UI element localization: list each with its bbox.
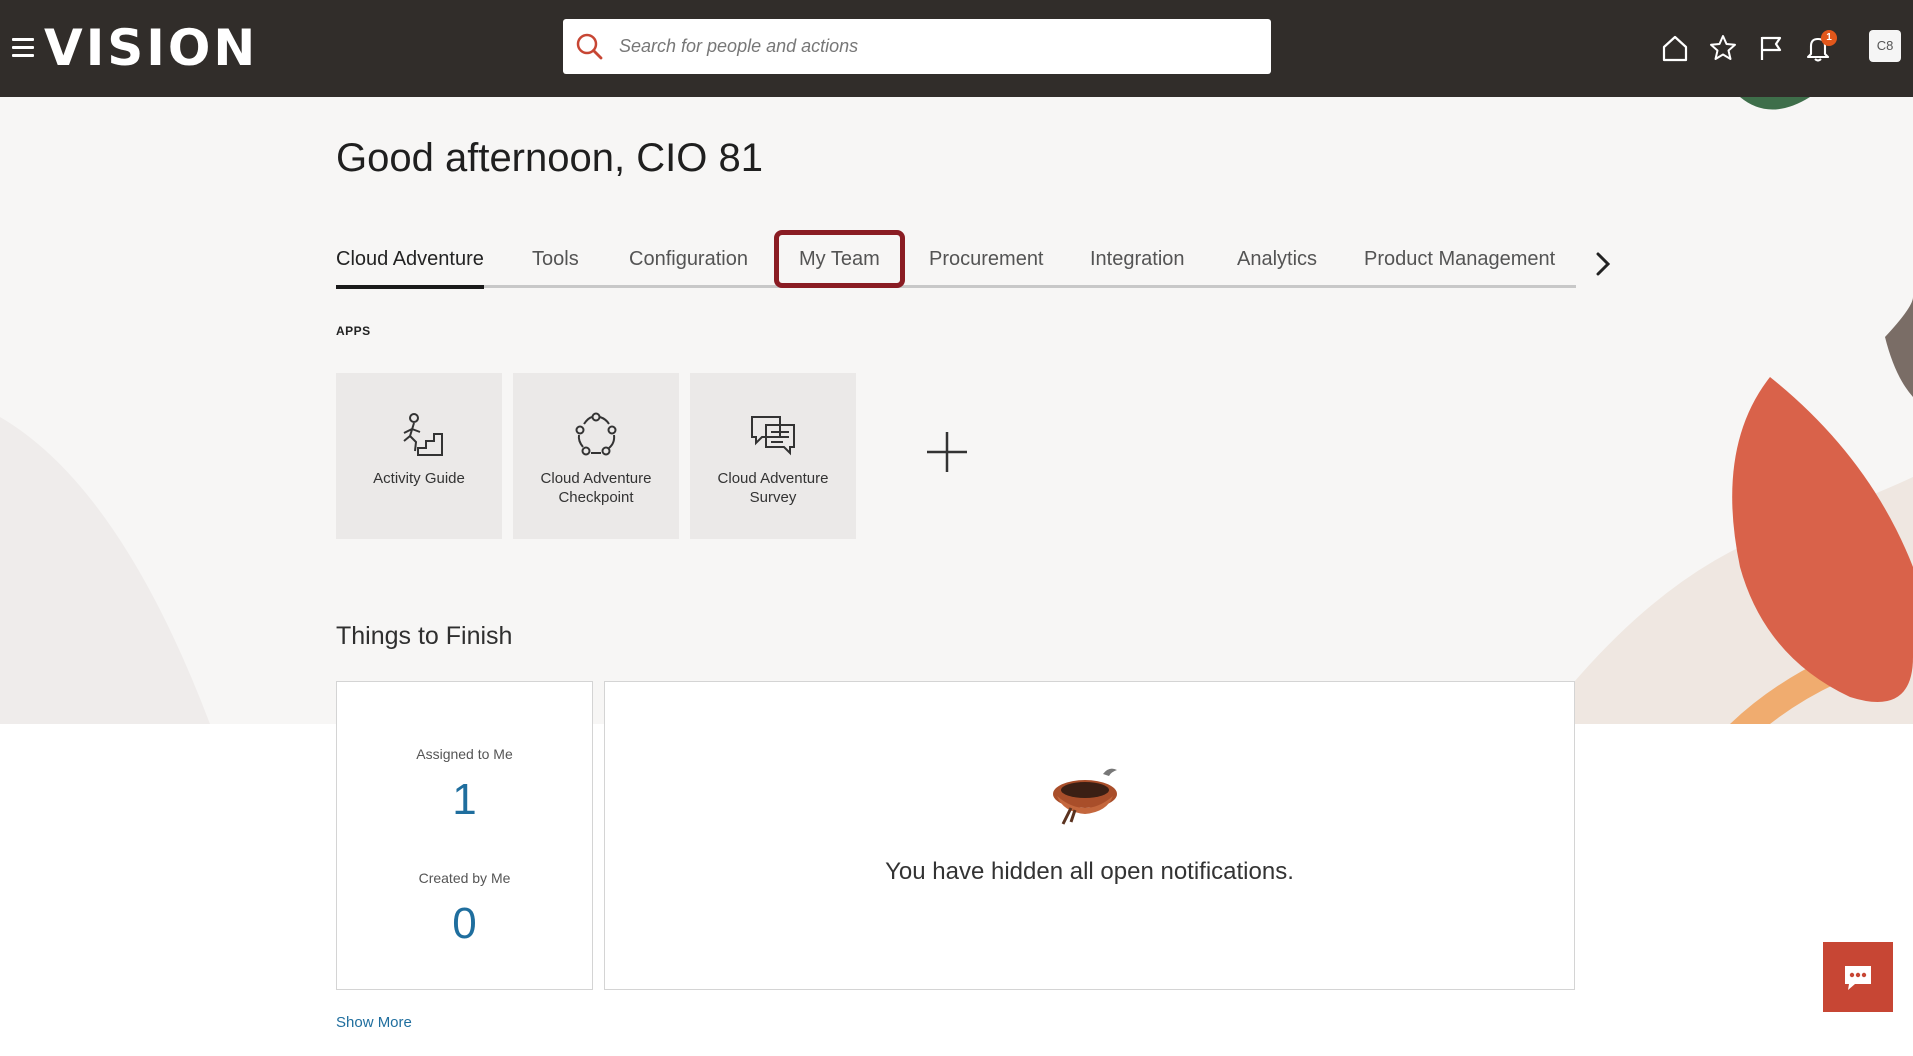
survey-icon [751,416,795,456]
decorative-leaves-image [1540,97,1913,724]
tab-tools[interactable]: Tools [532,236,579,288]
chevron-right-icon[interactable] [1592,250,1614,278]
notification-count-badge: 1 [1821,30,1837,46]
notifications-bell-icon[interactable]: 1 [1803,30,1837,63]
tab-procurement[interactable]: Procurement [929,236,1044,288]
chat-icon [1845,966,1871,990]
decorative-swoosh-image [0,417,210,724]
springboard-tab-bar: Cloud Adventure Tools Configuration My T… [336,230,1576,289]
tab-my-team[interactable]: My Team [774,230,905,288]
search-icon [576,33,603,60]
global-header: VISION 1 C8 [0,0,1913,97]
tab-product-management[interactable]: Product Management [1364,236,1555,288]
app-tile-label: Cloud Adventure Survey [717,470,829,506]
assigned-to-me-count[interactable]: 1 [337,775,592,825]
things-to-finish-heading: Things to Finish [336,622,513,650]
app-tile-cloud-adventure-checkpoint[interactable]: Cloud Adventure Checkpoint [513,373,679,539]
search-input[interactable] [607,19,1269,74]
apps-section-label: APPS [336,324,371,338]
welcome-springboard [0,97,1913,724]
home-icon[interactable] [1660,33,1690,63]
user-avatar[interactable]: C8 [1869,30,1901,62]
flag-icon[interactable] [1756,33,1786,63]
checkpoint-icon [575,412,617,456]
favorites-star-icon[interactable] [1708,33,1738,63]
tab-cloud-adventure[interactable]: Cloud Adventure [336,236,484,289]
notifications-card: You have hidden all open notifications. [604,681,1575,990]
app-tile-activity-guide[interactable]: Activity Guide [336,373,502,539]
created-by-me-count[interactable]: 0 [337,899,592,949]
chat-assistant-button[interactable] [1823,942,1893,1012]
notification-empty-message: You have hidden all open notifications. [885,858,1294,885]
activity-guide-icon [403,413,443,456]
app-tile-label: Cloud Adventure Checkpoint [540,470,652,506]
plus-icon[interactable] [925,430,969,474]
task-counts-card: Assigned to Me 1 Created by Me 0 [336,681,593,990]
brand-logo[interactable]: VISION [44,16,258,80]
assigned-to-me-label: Assigned to Me [416,746,513,762]
empty-nest-illustration [1053,768,1117,825]
global-search[interactable] [563,19,1271,74]
tab-configuration[interactable]: Configuration [629,236,748,288]
tab-analytics[interactable]: Analytics [1237,236,1317,288]
created-by-me-label: Created by Me [418,870,511,886]
greeting-heading: Good afternoon, CIO 81 [336,136,763,180]
app-tile-cloud-adventure-survey[interactable]: Cloud Adventure Survey [690,373,856,539]
show-more-link[interactable]: Show More [336,1014,412,1031]
menu-hamburger-icon[interactable] [12,38,34,58]
tab-integration[interactable]: Integration [1090,236,1185,288]
app-tile-label: Activity Guide [373,470,465,487]
